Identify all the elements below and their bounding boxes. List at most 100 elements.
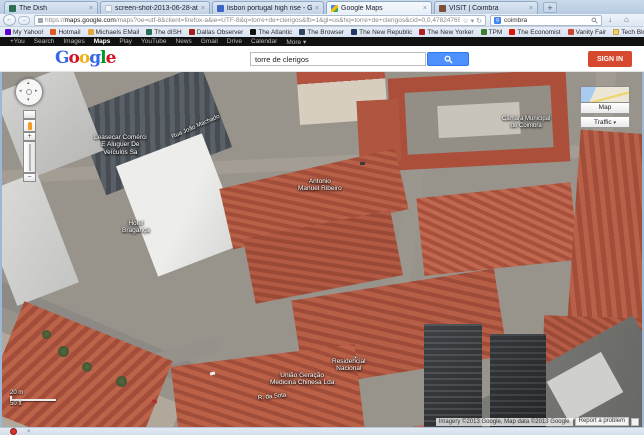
- tab-title: VISIT | Coimbra: [449, 5, 526, 12]
- map-canvas[interactable]: Leasecar Comérci E Aluguer De Veículos S…: [2, 72, 642, 427]
- bookmark-label: The dISH: [154, 29, 181, 36]
- sign-in-button[interactable]: SIGN IN: [588, 51, 632, 67]
- gnav-drive[interactable]: Drive: [227, 38, 242, 45]
- tab-close-icon[interactable]: ×: [201, 5, 205, 12]
- traffic-button[interactable]: Traffic ▾: [580, 116, 630, 128]
- gnav-gmail[interactable]: Gmail: [201, 38, 218, 45]
- map-label-uniao[interactable]: União Geração Medicina Chinesa Lda: [270, 372, 334, 387]
- map-type-widget: Map Traffic ▾: [580, 86, 630, 128]
- chevron-down-icon: ▾: [614, 120, 617, 126]
- bookmark-economist[interactable]: The Economist: [509, 29, 560, 36]
- logo-letter: e: [106, 48, 116, 68]
- maps-search-input[interactable]: [250, 52, 426, 66]
- search-icon: [444, 55, 453, 64]
- pan-up-icon[interactable]: ▴: [27, 81, 30, 86]
- map-label-nacional[interactable]: Residencial Nacional: [332, 358, 366, 373]
- map-type-thumbnail[interactable]: [580, 86, 630, 103]
- gnav-calendar[interactable]: Calendar: [251, 38, 277, 45]
- bookmark-the-atlantic[interactable]: The Atlantic: [250, 29, 292, 36]
- logo-letter: g: [89, 48, 100, 68]
- gnav-youtube[interactable]: YouTube: [141, 38, 167, 45]
- gnav-plus-you[interactable]: +You: [10, 38, 25, 45]
- tab-close-icon[interactable]: ×: [423, 5, 427, 12]
- scale-imperial: 50 ft: [10, 401, 56, 407]
- zoom-in-button[interactable]: +: [23, 132, 36, 141]
- gnav-maps[interactable]: Maps: [94, 38, 111, 45]
- thumbnail-road-shape: [590, 90, 630, 103]
- bookmark-favicon: [189, 29, 195, 35]
- bookmark-the-dish[interactable]: The dISH: [146, 29, 181, 36]
- bookmark-new-republic[interactable]: The New Republic: [351, 29, 412, 36]
- bookmark-my-yahoo[interactable]: My Yahoo!: [5, 29, 43, 36]
- url-domain: maps.google.com: [65, 17, 116, 24]
- google-favicon: g: [494, 17, 501, 24]
- map-label-leasecar[interactable]: Leasecar Comérci E Aluguer De Veículos S…: [94, 134, 147, 156]
- pan-control[interactable]: ▴ ▾ ◂ ▸: [15, 78, 43, 106]
- report-problem-link[interactable]: Report a problem: [575, 417, 629, 426]
- google-logo: Google: [55, 48, 115, 68]
- new-tab-button[interactable]: +: [543, 2, 557, 13]
- addon-bar-close-icon[interactable]: ×: [27, 429, 31, 435]
- home-icon[interactable]: ⌂: [624, 15, 629, 24]
- gnav-play[interactable]: Play: [119, 38, 132, 45]
- tab-lisbon-search[interactable]: lisbon portugal high rise - Go... ×: [212, 1, 324, 14]
- bookmark-michaels-email[interactable]: Michaels EMail: [88, 29, 140, 36]
- zoom-out-button[interactable]: −: [23, 173, 36, 182]
- tab-favicon: [217, 5, 224, 12]
- gnav-news[interactable]: News: [176, 38, 192, 45]
- url-dropdown-icon[interactable]: ▾: [471, 17, 475, 25]
- site-identity-icon[interactable]: [38, 18, 43, 23]
- bookmark-vanity-fair[interactable]: Vanity Fair: [568, 29, 607, 36]
- search-engine-box[interactable]: g coimbra: [490, 15, 602, 26]
- tab-close-icon[interactable]: ×: [89, 5, 93, 12]
- navigation-toolbar: ← → https://maps.google.com/maps?oe=utf-…: [0, 14, 644, 27]
- tab-screenshot-file[interactable]: screen-shot-2013-06-28-at-5... ×: [100, 1, 210, 14]
- rotate-view-button[interactable]: [23, 110, 36, 119]
- pan-right-icon[interactable]: ▸: [35, 89, 38, 94]
- tab-the-dish[interactable]: The Dish ×: [4, 1, 98, 14]
- downloads-icon[interactable]: ↓: [608, 15, 612, 24]
- tab-google-maps[interactable]: Google Maps ×: [326, 1, 432, 14]
- bookmark-folder-tech-blogs[interactable]: Tech Blogs: [613, 29, 644, 36]
- bookmark-new-yorker[interactable]: The New Yorker: [419, 29, 473, 36]
- tab-close-icon[interactable]: ×: [315, 5, 319, 12]
- bookmark-the-browser[interactable]: The Browser: [299, 29, 344, 36]
- zoom-slider[interactable]: [23, 141, 36, 173]
- map-type-button[interactable]: Map: [580, 103, 630, 114]
- pan-left-icon[interactable]: ◂: [19, 89, 22, 94]
- pan-center-button[interactable]: [26, 89, 32, 95]
- gnav-search[interactable]: Search: [34, 38, 55, 45]
- map-label-antonio[interactable]: Antonio Manuel Ribeiro: [298, 178, 342, 193]
- bookmarks-bar: My Yahoo! Hotmail Michaels EMail The dIS…: [0, 27, 644, 37]
- maps-search-button[interactable]: [427, 52, 469, 66]
- bookmark-label: Tech Blogs: [621, 29, 644, 36]
- bookmark-label: Dallas Observer: [197, 29, 244, 36]
- reload-icon[interactable]: ↻: [476, 17, 482, 25]
- map-label-hotel[interactable]: Hotel Bragança: [122, 220, 150, 235]
- street-view-pegman[interactable]: [23, 119, 36, 132]
- building-shape: [2, 172, 79, 306]
- pan-down-icon[interactable]: ▾: [27, 98, 30, 103]
- bookmark-tpm[interactable]: TPM: [481, 29, 503, 36]
- bookmark-favicon: [509, 29, 515, 35]
- browser-window: The Dish × screen-shot-2013-06-28-at-5..…: [0, 0, 644, 435]
- map-label-camara[interactable]: Câmara Municipal de Coimbra: [502, 116, 550, 130]
- gnav-images[interactable]: Images: [63, 38, 84, 45]
- bookmark-star-icon[interactable]: ☆: [462, 17, 468, 25]
- bookmark-dallas-observer[interactable]: Dallas Observer: [189, 29, 244, 36]
- tab-close-icon[interactable]: ×: [529, 5, 533, 12]
- label-line: Veículos Sa: [94, 149, 147, 156]
- tab-visit-coimbra[interactable]: VISIT | Coimbra ×: [434, 1, 538, 14]
- bookmark-hotmail[interactable]: Hotmail: [50, 29, 80, 36]
- back-button[interactable]: ←: [3, 14, 16, 26]
- tab-title: screen-shot-2013-06-28-at-5...: [115, 5, 198, 12]
- forward-button[interactable]: →: [18, 16, 30, 25]
- tower-shape: [424, 324, 482, 427]
- bookmark-label: Michaels EMail: [96, 29, 140, 36]
- search-icon[interactable]: [591, 17, 598, 24]
- adblock-icon[interactable]: [10, 428, 17, 435]
- search-engine-value: coimbra: [504, 17, 588, 24]
- gnav-more[interactable]: More ▾: [286, 38, 306, 46]
- bookmark-label: My Yahoo!: [13, 29, 43, 36]
- url-bar[interactable]: https://maps.google.com/maps?oe=utf-8&cl…: [34, 15, 486, 26]
